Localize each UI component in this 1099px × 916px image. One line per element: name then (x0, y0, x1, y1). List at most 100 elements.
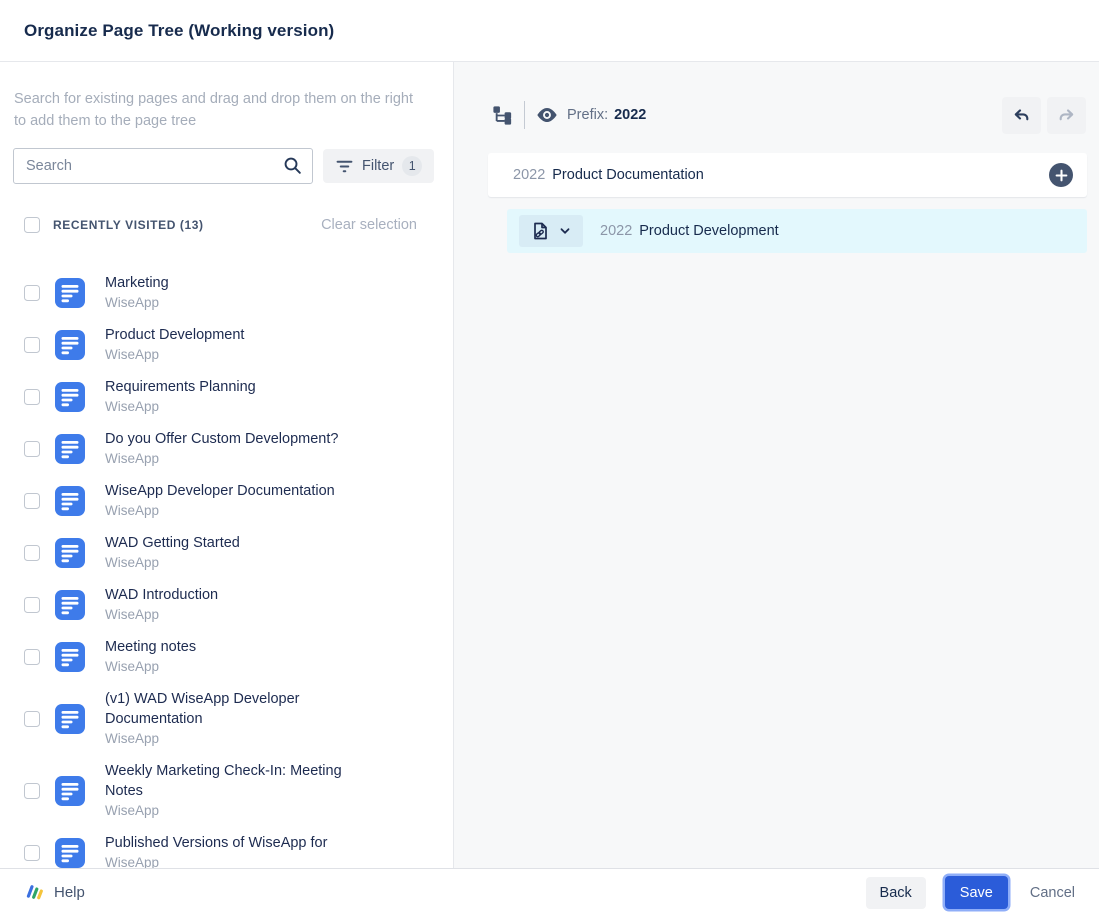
page-list-item[interactable]: Published Versions of WiseApp for WiseAp… (24, 833, 453, 868)
page-list-item[interactable]: WiseApp Developer Documentation WiseApp (24, 481, 453, 520)
tree-row-title: Product Documentation (552, 167, 704, 183)
page-tree-icon (492, 105, 513, 126)
clear-selection-link[interactable]: Clear selection (321, 217, 417, 233)
watch-eye-icon[interactable] (536, 104, 558, 126)
page-doc-icon (55, 538, 85, 568)
prefix-label: Prefix: (567, 107, 608, 123)
page-title: WAD Introduction (105, 585, 218, 605)
linked-page-icon (530, 221, 550, 241)
page-title: (v1) WAD WiseApp Developer Documentation (105, 689, 373, 729)
page-title: Weekly Marketing Check-In: Meeting Notes (105, 761, 373, 801)
page-list-item[interactable]: Requirements Planning WiseApp (24, 377, 453, 416)
page-title: Marketing (105, 273, 169, 293)
page-checkbox[interactable] (24, 545, 40, 561)
tree-row-title: Product Development (639, 223, 778, 239)
page-list-item[interactable]: WAD Getting Started WiseApp (24, 533, 453, 572)
page-checkbox[interactable] (24, 845, 40, 861)
page-doc-icon (55, 642, 85, 672)
page-text: WAD Getting Started WiseApp (105, 533, 240, 572)
page-text: Published Versions of WiseApp for WiseAp… (105, 833, 327, 868)
cancel-button[interactable]: Cancel (1030, 885, 1075, 901)
prefix-value: 2022 (614, 107, 646, 123)
page-text: Requirements Planning WiseApp (105, 377, 256, 416)
page-title: Requirements Planning (105, 377, 256, 397)
page-checkbox[interactable] (24, 285, 40, 301)
page-list-item[interactable]: Product Development WiseApp (24, 325, 453, 364)
page-doc-icon (55, 382, 85, 412)
chevron-down-icon (558, 224, 572, 238)
page-checkbox[interactable] (24, 493, 40, 509)
page-doc-icon (55, 486, 85, 516)
page-doc-icon (55, 330, 85, 360)
page-list-item[interactable]: Do you Offer Custom Development? WiseApp (24, 429, 453, 468)
page-doc-icon (55, 434, 85, 464)
page-type-button[interactable] (519, 215, 583, 247)
footer-actions: Back Save Cancel (866, 876, 1075, 909)
page-space: WiseApp (105, 293, 169, 312)
list-header: RECENTLY VISITED (13) Clear selection (24, 217, 417, 233)
help-button[interactable]: Help (24, 882, 85, 903)
tree-panel: Prefix: 2022 2022 Product (454, 62, 1099, 868)
page-checkbox[interactable] (24, 783, 40, 799)
page-space: WiseApp (105, 853, 327, 868)
dialog-body: Search for existing pages and drag and d… (0, 62, 1099, 868)
page-checkbox[interactable] (24, 337, 40, 353)
tree-panel-header: Prefix: 2022 (492, 96, 1086, 134)
page-checkbox[interactable] (24, 597, 40, 613)
page-text: Weekly Marketing Check-In: Meeting Notes… (105, 761, 373, 820)
page-title: Published Versions of WiseApp for (105, 833, 327, 853)
header-divider (524, 101, 525, 129)
page-checkbox[interactable] (24, 441, 40, 457)
page-doc-icon (55, 776, 85, 806)
back-button[interactable]: Back (866, 877, 926, 909)
page-space: WiseApp (105, 345, 244, 364)
page-list: Marketing WiseApp (24, 273, 453, 868)
page-title: Do you Offer Custom Development? (105, 429, 338, 449)
tree-row-prefix: 2022 (600, 223, 632, 239)
page-list-item[interactable]: Marketing WiseApp (24, 273, 453, 312)
filter-count-badge: 1 (402, 156, 422, 176)
tree-root-row[interactable]: 2022 Product Documentation (488, 153, 1087, 197)
page-text: Product Development WiseApp (105, 325, 244, 364)
list-header-label: RECENTLY VISITED (13) (53, 218, 204, 232)
page-list-item[interactable]: (v1) WAD WiseApp Developer Documentation… (24, 689, 453, 748)
search-row: Filter 1 (13, 148, 437, 184)
page-list-item[interactable]: WAD Introduction WiseApp (24, 585, 453, 624)
page-space: WiseApp (105, 397, 256, 416)
page-space: WiseApp (105, 801, 373, 820)
select-all-checkbox[interactable] (24, 217, 40, 233)
page-list-item[interactable]: Meeting notes WiseApp (24, 637, 453, 676)
page-text: WiseApp Developer Documentation WiseApp (105, 481, 335, 520)
filter-label: Filter (362, 158, 394, 174)
undo-redo-group (1002, 97, 1086, 134)
page-space: WiseApp (105, 657, 196, 676)
page-space: WiseApp (105, 729, 373, 748)
page-list-item[interactable]: Weekly Marketing Check-In: Meeting Notes… (24, 761, 453, 820)
page-checkbox[interactable] (24, 711, 40, 727)
redo-button[interactable] (1047, 97, 1086, 134)
search-icon (282, 155, 303, 181)
dialog-header: Organize Page Tree (Working version) (0, 0, 1099, 62)
save-button[interactable]: Save (945, 876, 1008, 909)
page-space: WiseApp (105, 605, 218, 624)
filter-button[interactable]: Filter 1 (323, 149, 434, 183)
page-doc-icon (55, 838, 85, 868)
page-text: Do you Offer Custom Development? WiseApp (105, 429, 338, 468)
page-title: Product Development (105, 325, 244, 345)
search-input[interactable] (13, 148, 313, 184)
page-doc-icon (55, 704, 85, 734)
page-title: Meeting notes (105, 637, 196, 657)
page-space: WiseApp (105, 501, 335, 520)
page-checkbox[interactable] (24, 389, 40, 405)
add-page-button[interactable] (1049, 163, 1073, 187)
search-field-wrap (13, 148, 313, 184)
undo-button[interactable] (1002, 97, 1041, 134)
page-checkbox[interactable] (24, 649, 40, 665)
help-logo-icon (24, 882, 45, 903)
search-panel: Search for existing pages and drag and d… (0, 62, 454, 868)
tree-child-row[interactable]: 2022 Product Development (507, 209, 1087, 253)
page-title: WiseApp Developer Documentation (105, 481, 335, 501)
page-title: Organize Page Tree (Working version) (24, 21, 334, 41)
panel-description: Search for existing pages and drag and d… (0, 88, 424, 132)
dialog-footer: Help Back Save Cancel (0, 868, 1099, 916)
